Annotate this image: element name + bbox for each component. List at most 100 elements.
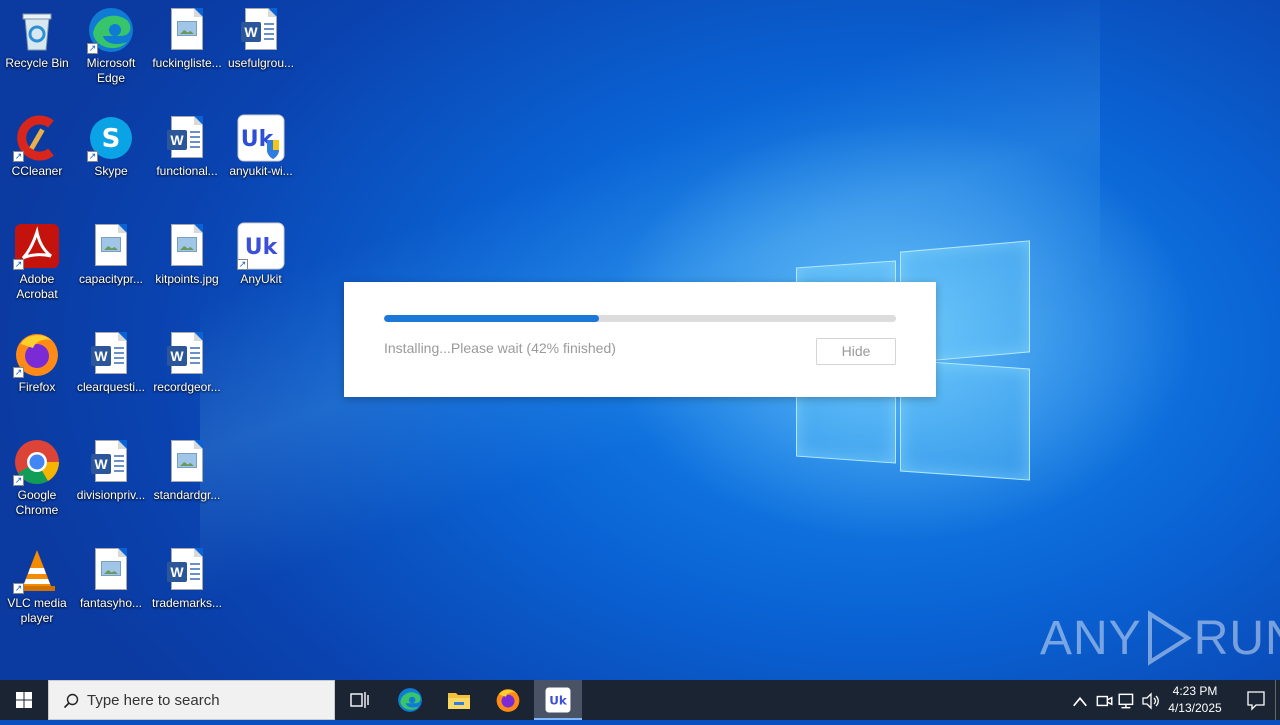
image-file-icon [87,546,135,594]
shortcut-arrow-icon: ↗ [13,367,24,378]
taskbar-edge-button[interactable] [386,680,434,720]
volume-icon[interactable] [1141,691,1161,711]
word-doc-icon: W [87,438,135,486]
image-file-icon [163,6,211,54]
word-doc-icon: W [163,546,211,594]
skype-icon: S ↗ [87,114,135,162]
image-file-icon [163,438,211,486]
desktop-icon-microsoft-edge[interactable]: ↗ Microsoft Edge [74,0,148,86]
desktop-icon-image-file[interactable]: fuckingliste... [150,0,224,71]
desktop-icon-label: capacitypr... [78,272,144,286]
desktop-icon-label: Microsoft Edge [86,56,136,85]
desktop-icon-label: divisionpriv... [76,488,146,502]
acrobat-icon: ↗ [13,222,61,270]
anyrun-watermark: ANY RUN [1040,610,1280,666]
taskbar-firefox-button[interactable] [484,680,532,720]
vlc-icon: ↗ [13,546,61,594]
task-view-button[interactable] [336,680,384,720]
recycle-bin-icon [13,6,61,54]
desktop-icon-word-doc[interactable]: W recordgeor... [150,324,224,395]
desktop-icon-ccleaner[interactable]: ↗ CCleaner [0,108,74,179]
desktop-icon-label: trademarks... [151,596,223,610]
desktop-icon-label: Skype [94,164,128,178]
desktop-icon-word-doc[interactable]: W trademarks... [150,540,224,611]
desktop-icon-label: CCleaner [11,164,63,178]
desktop-icon-label: clearquesti... [76,380,146,394]
firefox-icon: ↗ [13,330,61,378]
desktop-background: Recycle Bin ↗ CCleaner ↗ Adobe Acrobat ↗… [0,0,1280,680]
desktop-icon-label: kitpoints.jpg [155,272,219,286]
shortcut-arrow-icon: ↗ [87,151,98,162]
desktop-icon-adobe-acrobat[interactable]: ↗ Adobe Acrobat [0,216,74,302]
svg-text:Uk: Uk [549,693,568,707]
chevron-up-icon[interactable] [1070,692,1090,712]
network-icon[interactable] [1117,691,1137,711]
shortcut-arrow-icon: ↗ [13,475,24,486]
word-doc-icon: W [163,330,211,378]
notification-center-button[interactable] [1236,680,1276,720]
progress-bar [384,315,896,322]
install-status-text: Installing...Please wait (42% finished) [384,340,616,356]
anyukit-icon: Uk ↗ [237,222,285,270]
svg-text:Uk: Uk [245,235,279,260]
shortcut-arrow-icon: ↗ [13,151,24,162]
word-doc-icon: W [163,114,211,162]
desktop-icon-image-file[interactable]: capacitypr... [74,216,148,287]
desktop-icon-label: Recycle Bin [5,56,69,70]
search-input[interactable] [87,681,327,719]
clock-date: 4/13/2025 [1168,701,1222,715]
svg-text:S: S [102,124,121,154]
desktop-icon-anyukit-installer[interactable]: Uk anyukit-wi... [224,108,298,179]
desktop-icon-image-file[interactable]: kitpoints.jpg [150,216,224,287]
desktop-icon-anyukit[interactable]: Uk ↗ AnyUkit [224,216,298,287]
desktop-icon-firefox[interactable]: ↗ Firefox [0,324,74,395]
chrome-icon: ↗ [13,438,61,486]
desktop-icon-label: AnyUkit [240,272,282,286]
desktop-icon-vlc-media-player[interactable]: ↗ VLC media player [0,540,74,626]
desktop-icon-image-file[interactable]: standardgr... [150,432,224,503]
taskbar-clock[interactable]: 4:23 PM 4/13/2025 [1164,683,1226,717]
image-file-icon [163,222,211,270]
word-doc-icon: W [87,330,135,378]
ccleaner-icon: ↗ [13,114,61,162]
shortcut-arrow-icon: ↗ [87,43,98,54]
start-button[interactable] [0,680,48,720]
desktop-icon-label: recordgeor... [153,380,221,394]
meet-now-icon[interactable] [1094,691,1114,711]
search-icon [63,693,79,709]
desktop-icon-image-file[interactable]: fantasyho... [74,540,148,611]
desktop-icon-skype[interactable]: S ↗ Skype [74,108,148,179]
desktop-icon-word-doc[interactable]: W clearquesti... [74,324,148,395]
image-file-icon [87,222,135,270]
desktop-icon-label: usefulgrou... [227,56,295,70]
taskbar-anyukit-button[interactable]: Uk [534,680,582,720]
desktop-icon-word-doc[interactable]: W divisionpriv... [74,432,148,503]
play-icon [1147,610,1192,666]
desktop-icon-label: Adobe Acrobat [16,272,58,301]
firefox-icon [496,689,520,712]
desktop-icon-label: anyukit-wi... [229,164,293,178]
desktop-icon-label: standardgr... [153,488,221,502]
desktop-icon-word-doc[interactable]: W usefulgrou... [224,0,298,71]
notification-icon [1247,691,1265,711]
edge-icon: ↗ [87,6,135,54]
show-desktop-button[interactable] [1275,680,1280,720]
windows-start-icon [16,692,32,708]
desktop-icon-label: functional... [156,164,218,178]
desktop-icon-label: Google Chrome [15,488,59,517]
file-explorer-icon [448,693,470,709]
hide-button[interactable]: Hide [816,338,896,365]
shortcut-arrow-icon: ↗ [13,583,24,594]
desktop-icon-word-doc[interactable]: W functional... [150,108,224,179]
taskbar-file-explorer-button[interactable] [435,680,483,720]
taskbar-search-box[interactable] [48,680,335,720]
anyukit-icon: Uk [545,687,571,713]
desktop-icon-recycle-bin[interactable]: Recycle Bin [0,0,74,71]
desktop-icon-google-chrome[interactable]: ↗ Google Chrome [0,432,74,518]
shortcut-arrow-icon: ↗ [237,259,248,270]
desktop-icon-label: Firefox [18,380,56,394]
edge-icon [398,688,422,712]
shortcut-arrow-icon: ↗ [13,259,24,270]
taskbar: Uk 4:23 PM 4/13/2025 [0,680,1280,720]
watermark-text-left: ANY [1040,611,1142,665]
